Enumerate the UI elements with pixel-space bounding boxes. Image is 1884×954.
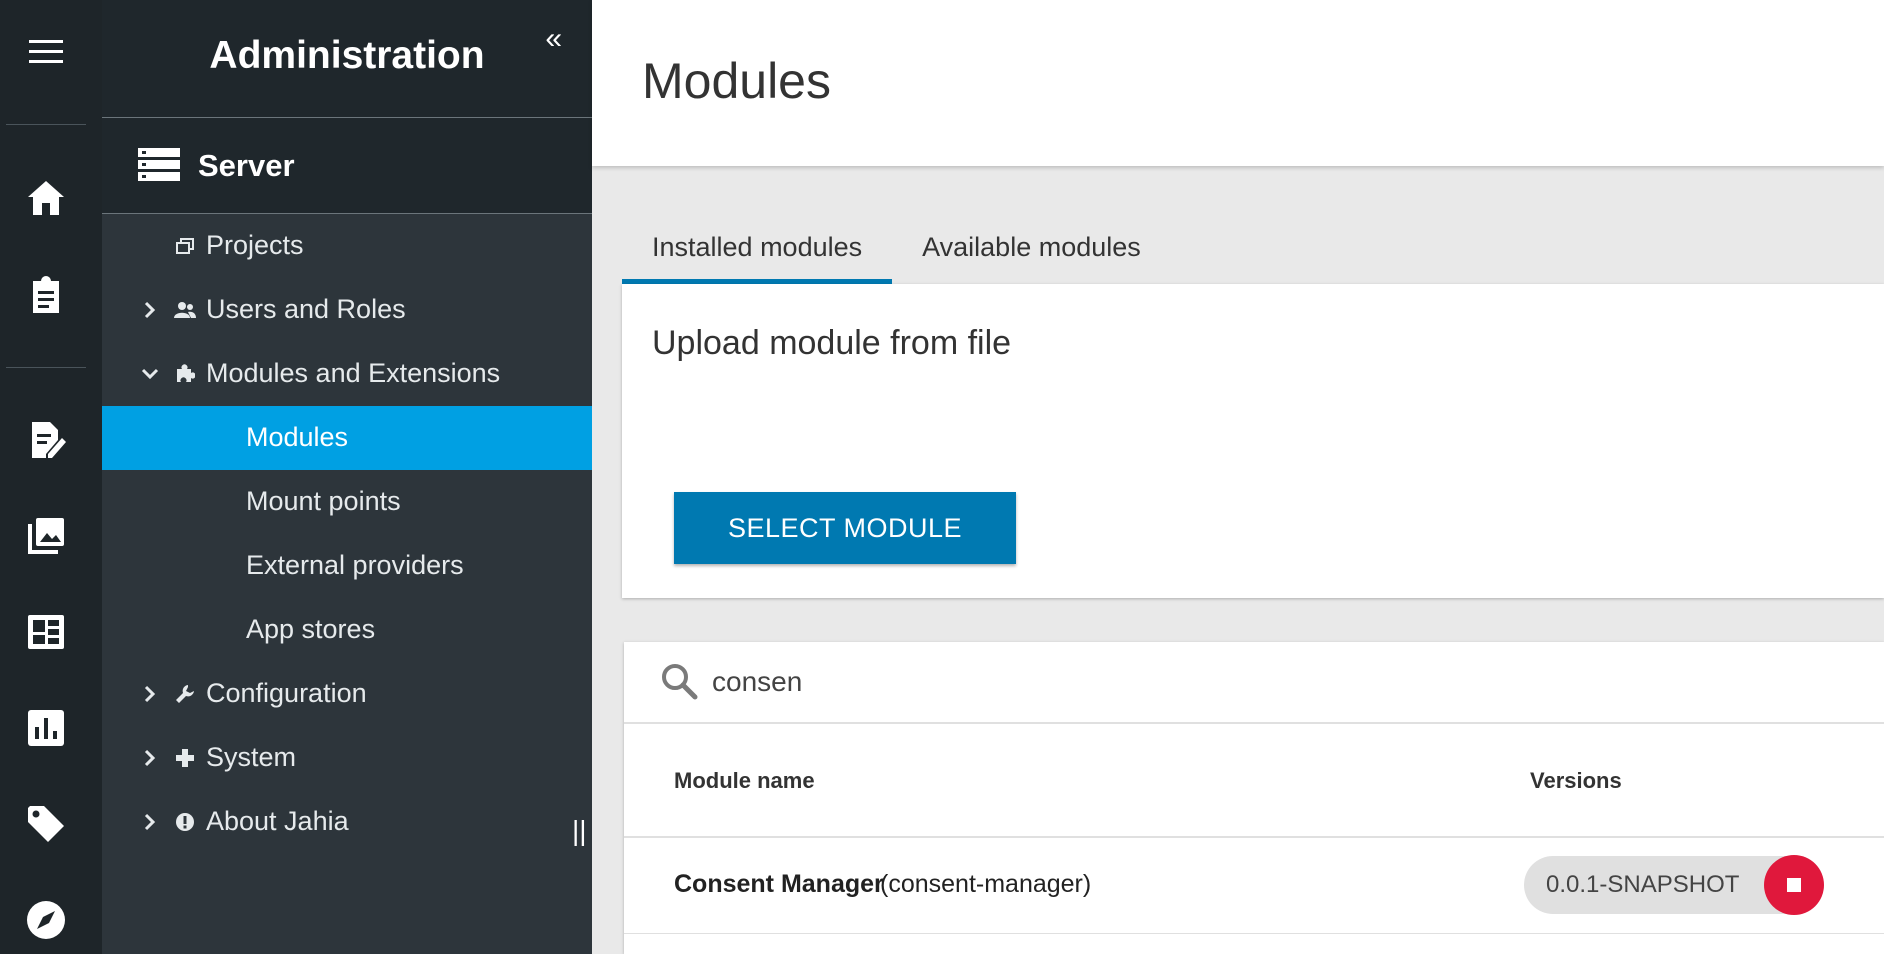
column-header-module-name[interactable]: Module name — [674, 768, 815, 794]
modules-table-card: Module name Versions Consent Manager (co… — [624, 642, 1884, 954]
sidebar-item-label: Modules — [246, 422, 349, 452]
sidebar-item-modules-and-extensions[interactable]: Modules and Extensions — [102, 342, 592, 406]
stop-module-button[interactable] — [1764, 855, 1824, 915]
sidebar-item-mount-points[interactable]: Mount points — [102, 470, 592, 534]
sidebar-item-label: App stores — [246, 614, 376, 644]
resize-handle[interactable]: || — [572, 815, 587, 847]
sidebar-item-label: System — [206, 742, 297, 772]
tab-available-modules[interactable]: Available modules — [892, 210, 1171, 284]
sidebar-item-external-providers[interactable]: External providers — [102, 534, 592, 598]
chevron-right-icon[interactable] — [138, 806, 162, 838]
sidebar-item-about-jahia[interactable]: About Jahia — [102, 790, 592, 854]
sidebar-item-label: External providers — [246, 550, 464, 580]
tab-installed-modules[interactable]: Installed modules — [622, 210, 893, 284]
tag-icon[interactable] — [0, 794, 92, 854]
sidebar-item-system[interactable]: System — [102, 726, 592, 790]
chevron-right-icon[interactable] — [138, 294, 162, 326]
clipboard-icon[interactable] — [0, 265, 92, 325]
sidebar-item-projects[interactable]: Projects — [102, 214, 592, 278]
sidebar-section-server[interactable]: Server — [102, 118, 592, 214]
home-icon[interactable] — [0, 168, 92, 228]
users-icon — [174, 299, 196, 321]
sidebar-item-modules[interactable]: Modules — [102, 406, 592, 470]
column-header-versions[interactable]: Versions — [1530, 768, 1622, 794]
app-root: Administration « Server Projects Users a… — [0, 0, 1884, 954]
sidebar-header: Administration « — [102, 0, 592, 118]
chevron-down-icon[interactable] — [138, 358, 162, 390]
upload-card: Upload module from file SELECT MODULE — [622, 284, 1884, 598]
collapse-sidebar-icon[interactable]: « — [545, 22, 562, 56]
wrench-icon — [174, 683, 196, 705]
sidebar-item-label: About Jahia — [206, 806, 349, 836]
version-label: 0.0.1-SNAPSHOT — [1546, 871, 1740, 898]
sidebar-item-app-stores[interactable]: App stores — [102, 598, 592, 662]
rail-divider — [6, 124, 86, 125]
module-tabs: Installed modules Available modules — [622, 210, 1171, 284]
table-row[interactable]: Consent Manager (consent-manager) 0.0.1-… — [624, 838, 1884, 934]
sidebar-item-label: Projects — [206, 230, 304, 260]
main-content: Modules Installed modules Available modu… — [592, 0, 1884, 954]
search-icon — [662, 664, 698, 700]
sidebar-title: Administration — [209, 34, 485, 77]
module-name: Consent Manager — [674, 870, 884, 898]
menu-icon[interactable] — [0, 22, 92, 82]
sidebar-item-label: Configuration — [206, 678, 367, 708]
sidebar-item-users-and-roles[interactable]: Users and Roles — [102, 278, 592, 342]
upload-title: Upload module from file — [652, 324, 1012, 362]
edit-document-icon[interactable] — [0, 410, 92, 470]
search-input[interactable] — [712, 660, 1312, 704]
server-icon — [138, 148, 180, 181]
rail-divider — [6, 367, 86, 368]
version-chip[interactable]: 0.0.1-SNAPSHOT — [1524, 855, 1824, 915]
sidebar-item-label: Modules and Extensions — [206, 358, 501, 388]
sidebar-item-configuration[interactable]: Configuration — [102, 662, 592, 726]
chevron-right-icon[interactable] — [138, 742, 162, 774]
module-key: (consent-manager) — [880, 870, 1092, 898]
table-header: Module name Versions — [624, 724, 1884, 838]
chevron-right-icon[interactable] — [138, 678, 162, 710]
puzzle-icon — [174, 363, 196, 385]
sidebar-item-label: Mount points — [246, 486, 401, 516]
admin-sidebar: Administration « Server Projects Users a… — [102, 0, 592, 954]
plus-icon — [174, 747, 196, 769]
icon-rail — [0, 0, 102, 954]
dashboard-icon[interactable] — [0, 602, 92, 662]
search-bar — [624, 642, 1884, 724]
page-header: Modules — [592, 0, 1884, 166]
sidebar-nav: Projects Users and Roles Modules and Ext… — [102, 214, 592, 854]
sidebar-item-label: Users and Roles — [206, 294, 406, 324]
compass-icon[interactable] — [0, 890, 92, 950]
projects-icon — [174, 235, 196, 257]
server-label: Server — [198, 148, 295, 183]
stop-icon — [1787, 878, 1801, 892]
page-title: Modules — [642, 53, 831, 109]
select-module-button[interactable]: SELECT MODULE — [674, 492, 1016, 564]
info-icon — [174, 811, 196, 833]
chart-icon[interactable] — [0, 698, 92, 758]
images-icon[interactable] — [0, 506, 92, 566]
